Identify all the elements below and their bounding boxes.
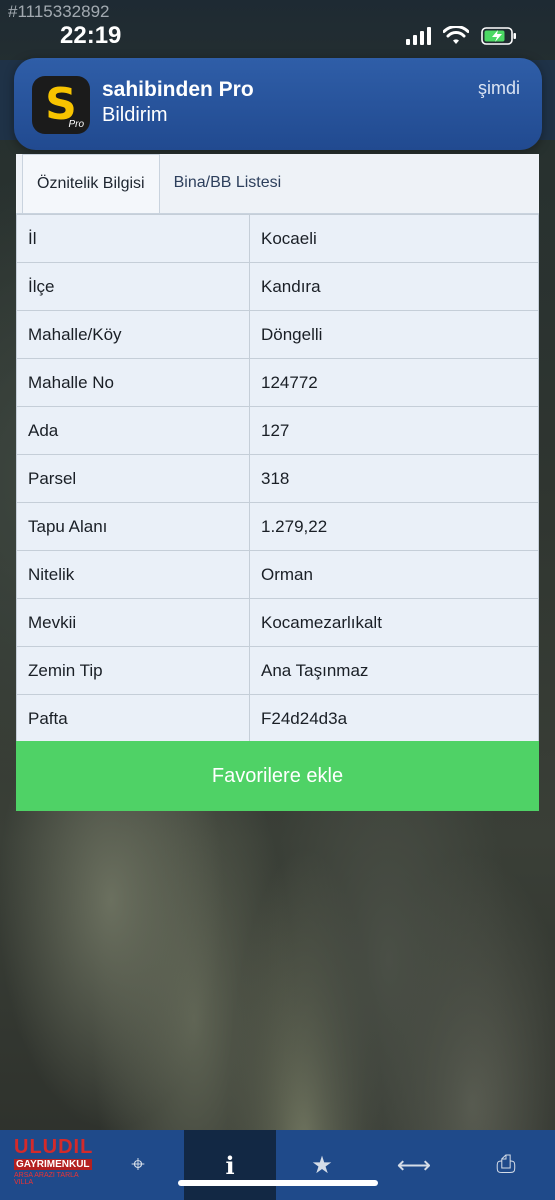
status-time: 22:19 (60, 22, 122, 49)
star-icon[interactable]: ★ (276, 1130, 368, 1200)
table-row: Parsel 318 (16, 454, 539, 503)
notification-body: Bildirim (102, 104, 168, 126)
tab-bar: Öznitelik Bilgisi Bina/BB Listesi (16, 154, 539, 214)
attribute-value: Kocaeli (249, 214, 539, 263)
push-notification[interactable]: S Pro sahibinden Pro Bildirim şimdi (14, 58, 542, 150)
attribute-panel: Öznitelik Bilgisi Bina/BB Listesi İl Koca… (16, 154, 539, 811)
info-icon[interactable]: i (184, 1130, 276, 1200)
attribute-value: Ana Taşınmaz (249, 646, 539, 695)
attribute-key: İl (16, 214, 250, 263)
attribute-value: 124772 (249, 358, 539, 407)
attribute-key: Parsel (16, 454, 250, 503)
table-row: Pafta F24d24d3a (16, 694, 539, 743)
attribute-value: Orman (249, 550, 539, 599)
attribute-value: Döngelli (249, 310, 539, 359)
print-icon[interactable]: ⎙ (460, 1130, 552, 1200)
measure-icon[interactable]: ⟷ (368, 1130, 460, 1200)
notification-title: sahibinden Pro (102, 78, 254, 101)
table-row: Ada 127 (16, 406, 539, 455)
wifi-icon (443, 26, 469, 44)
table-row: İlçe Kandıra (16, 262, 539, 311)
attribute-value: F24d24d3a (249, 694, 539, 743)
home-indicator[interactable] (178, 1180, 378, 1186)
table-row: İl Kocaeli (16, 214, 539, 263)
table-row: Mahalle No 124772 (16, 358, 539, 407)
attribute-value: 127 (249, 406, 539, 455)
attribute-key: Nitelik (16, 550, 250, 599)
status-icons (406, 26, 517, 46)
attribute-table: İl Kocaeli İlçe Kandıra Mahalle/Köy Döngell… (16, 214, 539, 743)
add-to-favorites-button[interactable]: Favorilere ekle (16, 741, 539, 811)
cellular-signal-icon (406, 27, 431, 45)
logo-tagline: ARSA ARAZI TARLA VILLA (14, 1172, 79, 1186)
app-icon-sub: Pro (68, 119, 84, 130)
attribute-key: Tapu Alanı (16, 502, 250, 551)
notification-time: şimdi (477, 78, 520, 98)
attribute-key: Mahalle/Köy (16, 310, 250, 359)
attribute-key: Ada (16, 406, 250, 455)
attribute-key: Mevkii (16, 598, 250, 647)
attribute-key: İlçe (16, 262, 250, 311)
sahibinden-app-icon: S Pro (32, 76, 90, 134)
attribute-key: Zemin Tip (16, 646, 250, 695)
attribute-value: 1.279,22 (249, 502, 539, 551)
table-row: Mahalle/Köy Döngelli (16, 310, 539, 359)
attribute-key: Mahalle No (16, 358, 250, 407)
attribute-value: 318 (249, 454, 539, 503)
attribute-key: Pafta (16, 694, 250, 743)
crosshair-icon[interactable]: ⌖ (92, 1130, 184, 1200)
table-row: Mevkii Kocamezarlıkalt (16, 598, 539, 647)
logo-main-text: ULUDIL (14, 1136, 94, 1158)
tab-building-list[interactable]: Bina/BB Listesi (160, 154, 296, 212)
tab-attribute-info[interactable]: Öznitelik Bilgisi (22, 154, 160, 213)
logo-sub-text: GAYRIMENKUL (14, 1159, 92, 1170)
bottom-toolbar: ULUDIL GAYRIMENKUL ARSA ARAZI TARLA VILL… (0, 1130, 555, 1200)
table-row: Zemin Tip Ana Taşınmaz (16, 646, 539, 695)
table-row: Tapu Alanı 1.279,22 (16, 502, 539, 551)
uludil-logo: ULUDIL GAYRIMENKUL ARSA ARAZI TARLA VILL… (0, 1130, 92, 1200)
listing-id-watermark: #1115332892 (8, 2, 110, 21)
battery-charging-icon (481, 27, 516, 45)
attribute-value: Kandıra (249, 262, 539, 311)
table-row: Nitelik Orman (16, 550, 539, 599)
attribute-value: Kocamezarlıkalt (249, 598, 539, 647)
